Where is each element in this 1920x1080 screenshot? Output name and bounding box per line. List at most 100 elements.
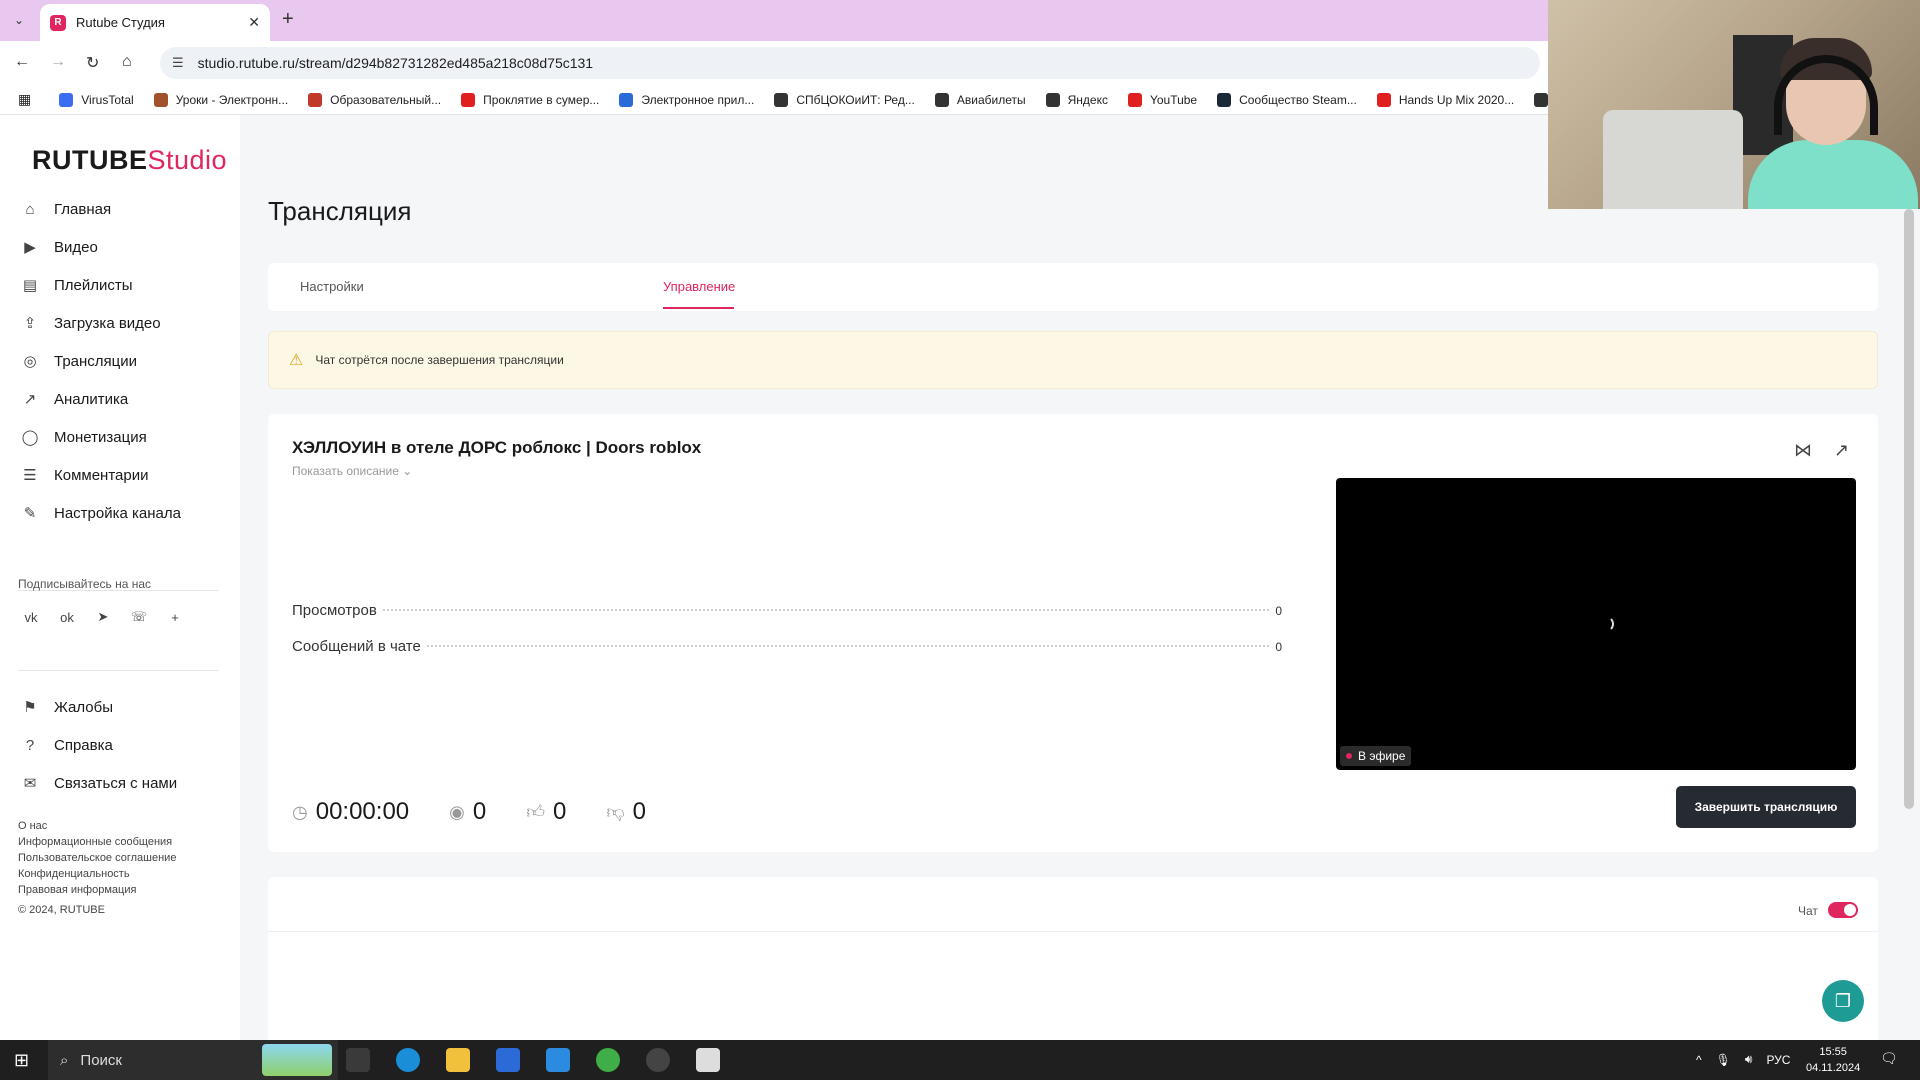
page-scrollbar[interactable] [1904,209,1914,809]
viber-icon[interactable]: ☏ [126,604,152,630]
external-link-icon[interactable]: ↗ [1834,440,1849,461]
warning-icon: ⚠ [289,352,304,369]
apps-grid-icon[interactable]: ▦ [18,91,31,108]
bookmark-item[interactable]: Яндекс [1045,92,1108,107]
bookmark-item[interactable]: YouTube [1127,92,1197,107]
obs-icon[interactable] [646,1048,670,1072]
sidebar-item-label: Справка [54,736,113,754]
video-icon: ▶ [24,239,36,256]
duration-stat: ◷ 00:00:00 [292,798,410,825]
sidebar-item-playlist[interactable]: ▤ Плейлисты [20,266,181,304]
footer-link[interactable]: Информационные сообщения [18,834,176,850]
tray-chevron-icon[interactable]: ^ [1696,1053,1702,1067]
thumbs-up-icon: 👍︎ [526,802,546,822]
sidebar-menu-secondary: ⚑ Жалобы? Справка ✉ Связаться с нами [20,688,177,802]
bookmark-item[interactable]: Hands Up Mix 2020... [1376,92,1514,107]
sidebar-item-channel-settings[interactable]: ✎ Настройка канала [20,494,181,532]
plus-icon[interactable]: + [162,604,188,630]
bookmark-item[interactable]: Сообщество Steam... [1217,92,1357,107]
video-player[interactable]: В эфире [1336,478,1856,770]
support-chat-icon[interactable]: ❐ [1822,980,1864,1022]
channel-settings-icon: ✎ [23,505,37,522]
tab-title: Rutube Студия [76,15,165,30]
volume-icon[interactable]: 🔊︎ [1745,1052,1753,1067]
forward-icon[interactable]: → [50,53,66,71]
share-icon[interactable]: ⋈ [1794,440,1812,461]
flag-icon: ⚑ [23,699,37,716]
viewers-stat: ◉ 0 [449,798,487,825]
tabs-card: Настройки Управление [268,263,1878,311]
bookmark-item[interactable]: Авиабилеты [934,92,1026,107]
bookmark-favicon-icon [1376,92,1391,107]
analytics-icon: ↗ [23,391,37,408]
store-icon[interactable] [496,1048,520,1072]
vk-icon[interactable]: vk [18,604,44,630]
sidebar-item-analytics[interactable]: ↗ Аналитика [20,380,181,418]
taskbar-clock[interactable]: 15:55 04.11.2024 [1806,1044,1860,1076]
sidebar-item-label: Видео [54,238,98,256]
bookmark-item[interactable]: Образовательный... [308,92,441,107]
show-description-link[interactable]: Показать описание ⌄ [292,464,412,478]
sidebar-menu: ⌂ Главная ▶ Видео ▤ Плейлисты ⇪ Загрузка видео ◎… [20,190,181,532]
windows-start-icon[interactable]: ⊞ [14,1050,29,1071]
footer-link[interactable]: Пользовательское соглашение [18,850,176,866]
sidebar-item-label: Загрузка видео [54,314,161,332]
task-view-icon[interactable] [346,1048,370,1072]
rutube-favicon-icon: R [50,14,66,31]
bookmark-item[interactable]: Уроки - Электронн... [153,92,288,107]
tab-search-chevron-icon[interactable]: ⌄ [8,9,30,31]
monetization-icon: ◯ [21,429,39,446]
footer-link[interactable]: Конфиденциальность [18,866,176,882]
tab-management[interactable]: Управление [663,279,735,294]
microphone-icon[interactable]: 🎙︎ [1716,1053,1731,1067]
active-tab-underline [663,307,734,309]
sidebar-item-contact[interactable]: ✉ Связаться с нами [20,764,177,802]
sidebar-item-comments[interactable]: ☰ Комментарии [20,456,181,494]
file-explorer-icon[interactable] [446,1048,470,1072]
likes-stat: 👍︎ 0 [526,798,567,825]
telegram-icon[interactable]: ➤ [90,604,116,630]
sidebar-item-upload[interactable]: ⇪ Загрузка видео [20,304,181,342]
url-input[interactable]: ☰ studio.rutube.ru/stream/d294b82731282e… [160,47,1540,79]
upload-icon: ⇪ [23,315,37,332]
chat-toggle[interactable] [1828,902,1858,918]
warning-text: Чат сотрётся после завершения трансляции [315,353,564,367]
tab-settings[interactable]: Настройки [300,279,364,294]
edge-icon[interactable] [396,1048,420,1072]
thumbs-down-icon: 👎︎ [606,802,625,822]
chrome-icon[interactable] [596,1048,620,1072]
back-icon[interactable]: ← [14,53,30,71]
site-info-icon[interactable]: ☰ [172,55,184,71]
browser-tab-active[interactable]: R Rutube Студия ✕ [40,4,270,41]
home-browser-icon[interactable]: ⌂ [122,53,132,71]
mail-icon[interactable] [546,1048,570,1072]
rutube-studio-logo[interactable]: RUTUBEStudio [32,145,227,176]
footer-link[interactable]: О нас [18,818,176,834]
reload-icon[interactable]: ↻ [86,53,99,73]
sidebar-item-monetization[interactable]: ◯ Монетизация [20,418,181,456]
sidebar-item-label: Комментарии [54,466,149,484]
bookmark-item[interactable]: Проклятие в сумер... [461,92,599,107]
bookmark-item[interactable]: VirusTotal [59,92,134,107]
sidebar-item-flag[interactable]: ⚑ Жалобы [20,688,177,726]
sidebar-item-help[interactable]: ? Справка [20,726,177,764]
stat-label: Просмотров [292,602,377,619]
end-stream-button[interactable]: Завершить трансляцию [1676,786,1856,828]
roblox-icon[interactable] [696,1048,720,1072]
live-dot-icon [1346,753,1352,759]
bookmark-item[interactable]: СПбЦОКОиИТ: Ред... [774,92,915,107]
footer-link[interactable]: Правовая информация [18,882,176,898]
language-indicator[interactable]: РУС [1766,1053,1790,1067]
viewer-icon: ◉ [449,801,465,822]
notifications-icon[interactable]: 🗨︎ [1880,1050,1898,1067]
sidebar-item-home[interactable]: ⌂ Главная [20,190,181,228]
sidebar-item-video[interactable]: ▶ Видео [20,228,181,266]
contact-icon: ✉ [23,775,37,792]
footer-links: О нас Информационные сообщения Пользовател… [18,818,176,918]
sidebar-item-broadcast[interactable]: ◎ Трансляции [20,342,181,380]
new-tab-icon[interactable]: + [282,8,294,31]
ok-icon[interactable]: ok [54,604,80,630]
close-tab-icon[interactable]: ✕ [248,14,260,31]
bookmark-item[interactable]: Электронное прил... [619,92,754,107]
stat-value: 0 [1275,604,1282,618]
